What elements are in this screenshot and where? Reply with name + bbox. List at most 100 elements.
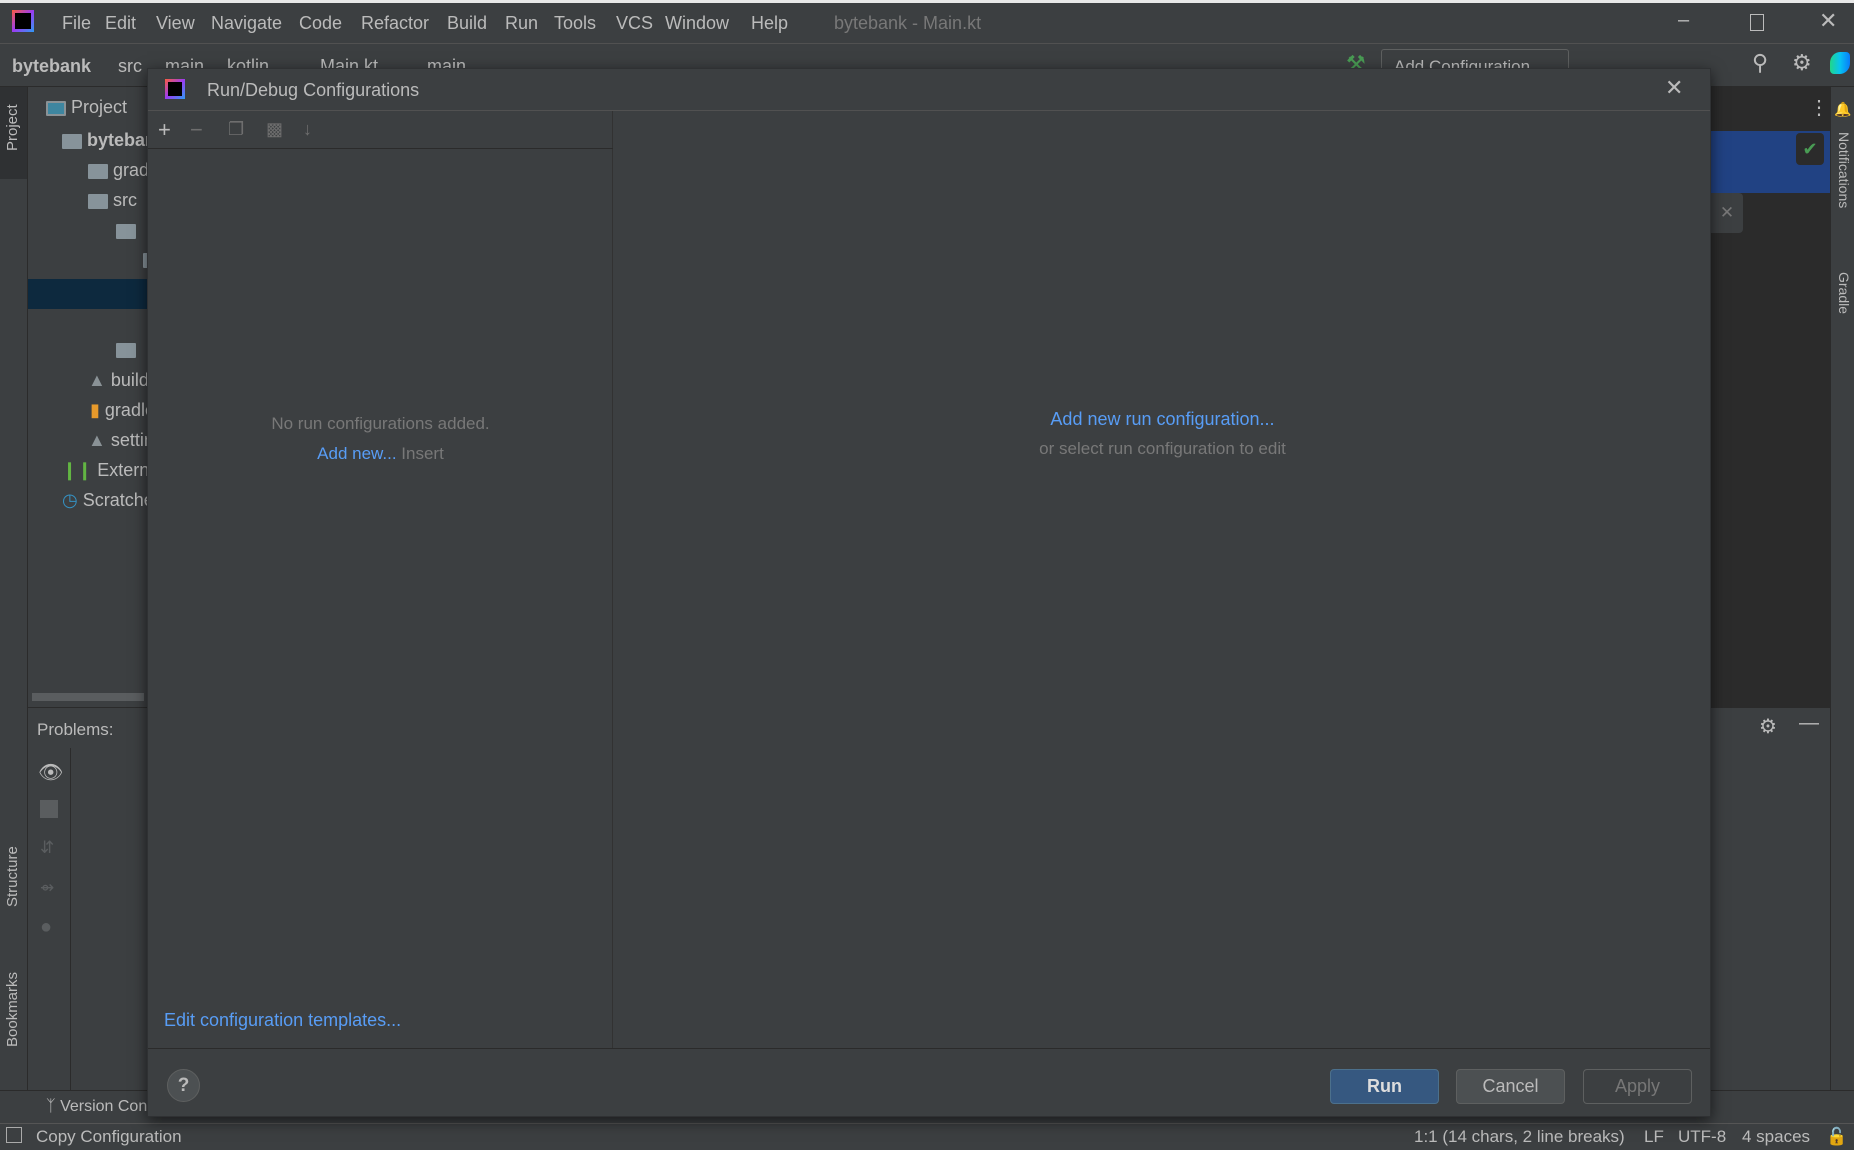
tree-item-label: bytebank [87, 130, 148, 150]
left-tool-strip: Project Structure Bookmarks [0, 87, 28, 1090]
run-debug-configurations-dialog: Run/Debug Configurations ✕ + − ❐ ▩ ↓ No … [147, 68, 1711, 1117]
edit-templates-link[interactable]: Edit configuration templates... [164, 1010, 401, 1031]
line-separator[interactable]: LF [1644, 1127, 1664, 1147]
structure-tool-tab[interactable]: Structure [4, 846, 21, 907]
tree-item-label: src [113, 190, 138, 210]
gear-icon[interactable]: ⚙ [1759, 714, 1777, 739]
tree-item[interactable]: ▮ gradle.properties [28, 400, 148, 430]
project-panel-title: Project [71, 97, 128, 117]
module-folder-icon [62, 133, 82, 149]
menu-file[interactable]: File [62, 13, 91, 34]
tree-item[interactable]: ▲ settings.gradle.kts [28, 430, 148, 460]
tree-item[interactable]: src [28, 190, 148, 220]
menu-help[interactable]: Help [751, 13, 788, 34]
menu-refactor[interactable]: Refactor [361, 13, 429, 34]
menu-window[interactable]: Window [665, 13, 729, 34]
configurations-toolbar: + − ❐ ▩ ↓ [148, 111, 613, 149]
indent-setting[interactable]: 4 spaces [1742, 1127, 1810, 1147]
folder-icon [116, 342, 136, 358]
project-panel-header[interactable]: Project [46, 97, 127, 118]
close-icon[interactable]: ✕ [1819, 8, 1837, 34]
menu-tools[interactable]: Tools [554, 13, 596, 34]
folder-icon [116, 223, 136, 239]
close-popup-icon[interactable]: ✕ [1711, 193, 1743, 233]
unlock-icon[interactable]: 🔓 [1826, 1127, 1847, 1147]
scratches-icon: ◷ [62, 490, 78, 510]
hide-icon[interactable]: — [1799, 712, 1819, 735]
menu-vcs[interactable]: VCS [616, 13, 653, 34]
menu-build[interactable]: Build [447, 13, 487, 34]
gradle-tool-tab[interactable]: Gradle [1836, 272, 1852, 314]
eye-icon[interactable]: 👁 [38, 760, 63, 785]
intellij-logo-icon [165, 79, 185, 99]
breadcrumb-item[interactable]: src [118, 56, 142, 77]
tree-item-label: External Libraries [97, 460, 148, 480]
new-folder-icon[interactable]: ▩ [266, 119, 283, 140]
dialog-title: Run/Debug Configurations [207, 80, 420, 100]
tree-item[interactable]: ▲ build.gradle.kts [28, 370, 148, 400]
menu-run[interactable]: Run [505, 13, 538, 34]
tree-item[interactable]: ◷ Scratches and Consoles [28, 490, 148, 520]
tree-item-label: build.gradle.kts [110, 370, 148, 390]
tree-item[interactable] [28, 220, 148, 250]
tree-item[interactable]: ❙❙ External Libraries [28, 460, 148, 490]
run-button[interactable]: Run [1330, 1069, 1439, 1104]
code-with-me-icon[interactable] [1830, 52, 1850, 74]
menu-navigate[interactable]: Navigate [211, 13, 282, 34]
help-icon[interactable]: ? [167, 1069, 200, 1102]
caret-position[interactable]: 1:1 (14 chars, 2 line breaks) [1414, 1127, 1625, 1147]
file-encoding[interactable]: UTF-8 [1678, 1127, 1726, 1147]
project-panel: Project bytebank gradle src ▲ build.grad… [28, 87, 148, 707]
menu-view[interactable]: View [156, 13, 195, 34]
notification-bell-icon[interactable]: 🔔 [1834, 101, 1851, 118]
preview-icon[interactable] [40, 800, 58, 818]
tree-item-label: settings.gradle.kts [110, 430, 148, 450]
dialog-close-icon[interactable]: ✕ [1665, 75, 1683, 101]
menu-edit[interactable]: Edit [105, 13, 136, 34]
bookmarks-tool-tab[interactable]: Bookmarks [4, 972, 21, 1047]
tree-item[interactable] [28, 249, 148, 279]
breadcrumb-item[interactable]: bytebank [12, 56, 91, 77]
tree-item[interactable] [28, 309, 148, 339]
tree-item-label: Scratches and Consoles [82, 490, 148, 510]
cancel-button[interactable]: Cancel [1456, 1069, 1565, 1104]
dialog-title-bar: Run/Debug Configurations ✕ [148, 69, 1710, 111]
collapse-all-icon[interactable]: ⇴ [40, 878, 54, 898]
select-hint: or select run configuration to edit [1039, 439, 1286, 458]
more-options-icon[interactable]: ⋮ [1809, 95, 1829, 120]
add-new-link[interactable]: Add new... [317, 444, 396, 463]
tree-item[interactable]: gradle [28, 160, 148, 190]
tree-item-selected[interactable] [28, 279, 148, 309]
dialog-footer: ? Run Cancel Apply [148, 1048, 1710, 1118]
apply-button[interactable]: Apply [1583, 1069, 1692, 1104]
horizontal-scrollbar[interactable] [32, 693, 144, 701]
title-bar: File Edit View Navigate Code Refactor Bu… [0, 0, 1854, 44]
configurations-list-panel: + − ❐ ▩ ↓ No run configurations added. A… [148, 111, 613, 1048]
add-new-run-configuration-label[interactable]: Add new run configuration... [1050, 409, 1274, 429]
remove-icon[interactable]: − [190, 117, 203, 143]
project-icon [46, 100, 66, 116]
tree-item[interactable] [28, 339, 148, 369]
project-tab-label: Project [4, 104, 21, 151]
empty-state-text: No run configurations added. [271, 414, 490, 433]
notifications-tool-tab[interactable]: Notifications [1836, 132, 1852, 208]
add-new-run-configuration-link[interactable]: Add new run configuration... [613, 409, 1712, 430]
expand-all-icon[interactable]: ⇵ [40, 838, 54, 858]
menu-code[interactable]: Code [299, 13, 342, 34]
project-tool-tab[interactable]: Project [0, 87, 27, 179]
copy-icon[interactable]: ❐ [228, 119, 244, 140]
add-icon[interactable]: + [158, 117, 171, 143]
tree-item[interactable]: bytebank [28, 130, 148, 160]
tree-item-label: gradle [113, 160, 148, 180]
maximize-icon[interactable] [1750, 14, 1764, 31]
sort-icon[interactable]: ↓ [303, 119, 312, 140]
minimize-icon[interactable]: – [1678, 9, 1689, 32]
lightbulb-icon[interactable]: ● [40, 916, 52, 939]
gear-icon[interactable]: ⚙ [1792, 50, 1812, 76]
properties-icon: ▮ [90, 400, 100, 420]
folder-icon [88, 193, 108, 209]
add-new-row: Add new... Insert [148, 444, 613, 464]
folder-icon [88, 163, 108, 179]
search-icon[interactable]: ⚲ [1752, 50, 1768, 76]
check-icon[interactable]: ✔ [1796, 133, 1824, 165]
